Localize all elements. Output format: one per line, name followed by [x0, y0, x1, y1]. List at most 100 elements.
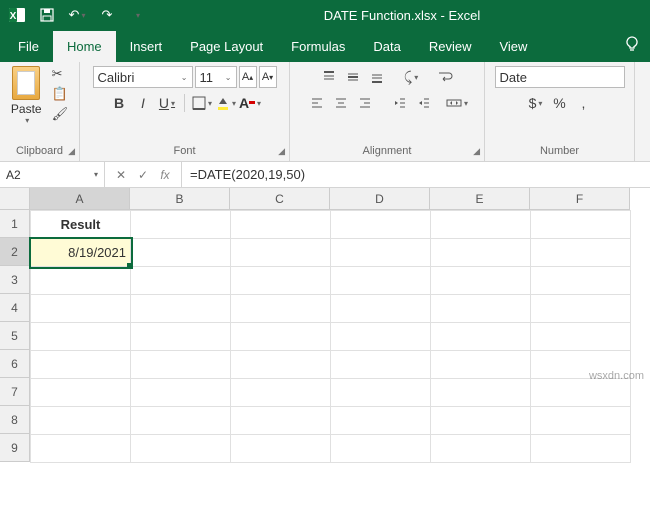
wrap-text-button[interactable]	[434, 66, 456, 88]
col-header-D[interactable]: D	[330, 188, 430, 210]
name-box[interactable]: A2▾	[0, 162, 105, 187]
cell-B8[interactable]	[131, 407, 231, 435]
dialog-launcher-icon[interactable]: ◢	[278, 146, 285, 157]
fill-color-button[interactable]: ▾	[215, 92, 237, 114]
dialog-launcher-icon[interactable]: ◢	[473, 146, 480, 157]
cell-D3[interactable]	[331, 267, 431, 295]
decrease-indent-button[interactable]	[388, 92, 410, 114]
cell-B7[interactable]	[131, 379, 231, 407]
cell-C9[interactable]	[231, 435, 331, 463]
cell-E4[interactable]	[431, 295, 531, 323]
tab-formulas[interactable]: Formulas	[277, 31, 359, 62]
orientation-button[interactable]: ⤹▾	[400, 66, 422, 88]
save-button[interactable]	[34, 2, 60, 28]
font-size-combo[interactable]: 11⌄	[195, 66, 237, 88]
row-header-6[interactable]: 6	[0, 350, 30, 378]
cell-A8[interactable]	[31, 407, 131, 435]
cell-D9[interactable]	[331, 435, 431, 463]
cell-B2[interactable]	[131, 239, 231, 267]
undo-button[interactable]: ↶▾	[64, 2, 90, 28]
cell-F9[interactable]	[531, 435, 631, 463]
cell-A6[interactable]	[31, 351, 131, 379]
cell-E6[interactable]	[431, 351, 531, 379]
cancel-formula-button[interactable]: ✕	[111, 168, 131, 182]
row-header-4[interactable]: 4	[0, 294, 30, 322]
redo-button[interactable]: ↷	[94, 2, 120, 28]
cell-E2[interactable]	[431, 239, 531, 267]
tab-insert[interactable]: Insert	[116, 31, 177, 62]
cell-B4[interactable]	[131, 295, 231, 323]
tab-page-layout[interactable]: Page Layout	[176, 31, 277, 62]
align-left-button[interactable]	[306, 92, 328, 114]
align-center-button[interactable]	[330, 92, 352, 114]
cell-D6[interactable]	[331, 351, 431, 379]
cell-C2[interactable]	[231, 239, 331, 267]
row-header-2[interactable]: 2	[0, 238, 30, 266]
col-header-A[interactable]: A	[30, 188, 130, 210]
font-name-combo[interactable]: Calibri⌄	[93, 66, 193, 88]
cell-A2[interactable]: 8/19/2021	[31, 239, 131, 267]
accounting-button[interactable]: $▾	[525, 92, 547, 114]
font-color-button[interactable]: A▾	[239, 92, 261, 114]
cell-D1[interactable]	[331, 211, 431, 239]
merge-center-button[interactable]: ▾	[446, 92, 468, 114]
cell-A4[interactable]	[31, 295, 131, 323]
row-header-7[interactable]: 7	[0, 378, 30, 406]
row-header-9[interactable]: 9	[0, 434, 30, 462]
tab-home[interactable]: Home	[53, 31, 116, 62]
cell-C8[interactable]	[231, 407, 331, 435]
fx-button[interactable]: fx	[155, 168, 175, 182]
increase-indent-button[interactable]	[412, 92, 434, 114]
enter-formula-button[interactable]: ✓	[133, 168, 153, 182]
cell-B5[interactable]	[131, 323, 231, 351]
copy-button[interactable]: 📋	[52, 86, 69, 102]
comma-button[interactable]: ,	[573, 92, 595, 114]
cell-D4[interactable]	[331, 295, 431, 323]
percent-button[interactable]: %	[549, 92, 571, 114]
row-header-3[interactable]: 3	[0, 266, 30, 294]
align-right-button[interactable]	[354, 92, 376, 114]
cell-F2[interactable]	[531, 239, 631, 267]
col-header-C[interactable]: C	[230, 188, 330, 210]
cell-F7[interactable]	[531, 379, 631, 407]
cell-B1[interactable]	[131, 211, 231, 239]
decrease-font-button[interactable]: A▾	[259, 66, 277, 88]
cell-A7[interactable]	[31, 379, 131, 407]
bold-button[interactable]: B	[108, 92, 130, 114]
cell-C5[interactable]	[231, 323, 331, 351]
cell-E1[interactable]	[431, 211, 531, 239]
row-header-5[interactable]: 5	[0, 322, 30, 350]
cell-A9[interactable]	[31, 435, 131, 463]
align-middle-button[interactable]	[342, 66, 364, 88]
align-bottom-button[interactable]	[366, 66, 388, 88]
cell-C3[interactable]	[231, 267, 331, 295]
format-painter-button[interactable]: 🖌	[52, 106, 69, 122]
cell-D7[interactable]	[331, 379, 431, 407]
cell-E5[interactable]	[431, 323, 531, 351]
cell-C1[interactable]	[231, 211, 331, 239]
tab-data[interactable]: Data	[359, 31, 414, 62]
row-header-8[interactable]: 8	[0, 406, 30, 434]
cell-B9[interactable]	[131, 435, 231, 463]
cell-C4[interactable]	[231, 295, 331, 323]
cell-A3[interactable]	[31, 267, 131, 295]
tab-file[interactable]: File	[4, 31, 53, 62]
cell-C7[interactable]	[231, 379, 331, 407]
cell-B6[interactable]	[131, 351, 231, 379]
cell-E7[interactable]	[431, 379, 531, 407]
cell-D8[interactable]	[331, 407, 431, 435]
cell-E9[interactable]	[431, 435, 531, 463]
cell-E3[interactable]	[431, 267, 531, 295]
cell-F8[interactable]	[531, 407, 631, 435]
formula-input[interactable]: =DATE(2020,19,50)	[182, 162, 650, 187]
cell-E8[interactable]	[431, 407, 531, 435]
cell-B3[interactable]	[131, 267, 231, 295]
number-format-combo[interactable]: Date	[495, 66, 625, 88]
col-header-F[interactable]: F	[530, 188, 630, 210]
cell-C6[interactable]	[231, 351, 331, 379]
row-header-1[interactable]: 1	[0, 210, 30, 238]
qat-customize[interactable]: ▾	[124, 2, 150, 28]
align-top-button[interactable]	[318, 66, 340, 88]
col-header-B[interactable]: B	[130, 188, 230, 210]
cell-grid[interactable]: Result8/19/2021	[30, 210, 631, 463]
